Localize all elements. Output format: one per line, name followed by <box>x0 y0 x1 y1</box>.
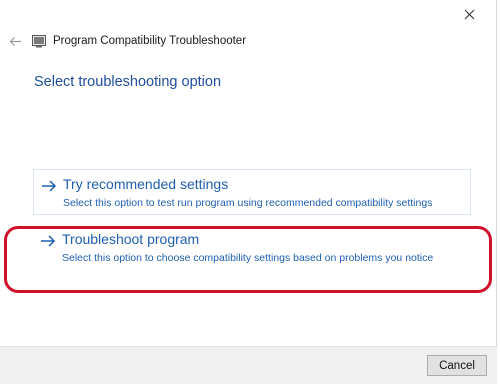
option-troubleshoot-program[interactable]: Troubleshoot program Select this option … <box>33 225 471 271</box>
back-arrow-icon <box>9 36 21 46</box>
option-description: Select this option to choose compatibili… <box>62 252 434 264</box>
option-description: Select this option to test run program u… <box>63 197 433 209</box>
arrow-right-icon <box>41 235 56 247</box>
title-bar: Program Compatibility Troubleshooter <box>0 28 420 54</box>
close-button[interactable] <box>456 2 482 26</box>
option-label: Troubleshoot program <box>62 231 200 247</box>
troubleshooter-icon <box>32 35 46 48</box>
option-label: Try recommended settings <box>63 176 229 192</box>
page-heading: Select troubleshooting option <box>34 74 222 90</box>
back-button[interactable] <box>3 29 27 53</box>
close-icon <box>464 9 474 19</box>
arrow-right-icon <box>42 180 57 192</box>
footer-bar: Cancel <box>0 346 497 384</box>
option-try-recommended-settings[interactable]: Try recommended settings Select this opt… <box>33 169 471 215</box>
window-title: Program Compatibility Troubleshooter <box>53 35 247 47</box>
troubleshooter-window: Program Compatibility Troubleshooter Sel… <box>0 0 497 384</box>
cancel-button[interactable]: Cancel <box>427 355 487 376</box>
